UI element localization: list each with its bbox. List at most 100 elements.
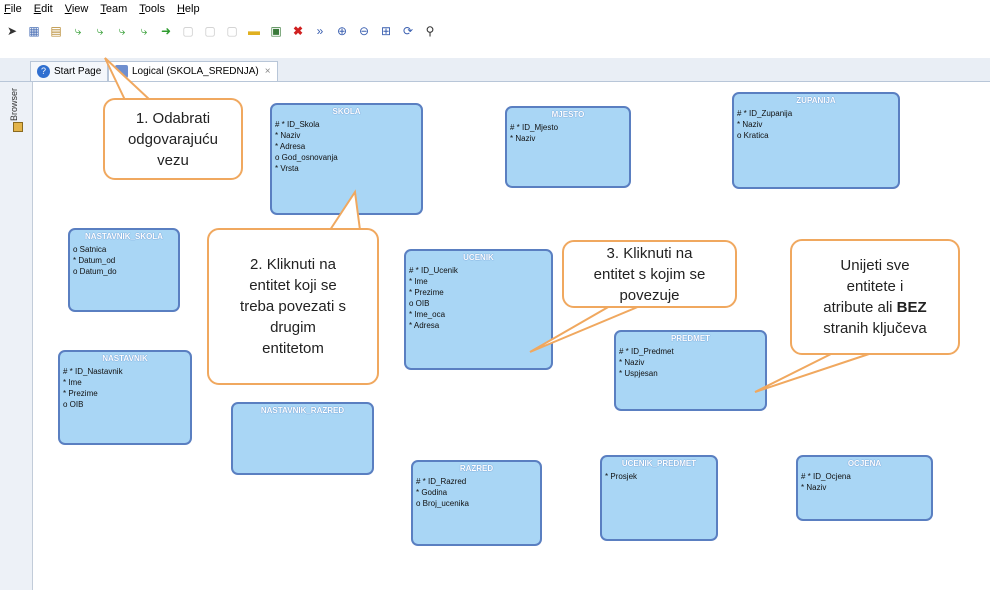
attribute[interactable]: o Datum_do <box>73 266 117 277</box>
attribute[interactable]: * Prezime <box>409 287 458 298</box>
find-icon[interactable]: ⚲ <box>422 23 438 39</box>
attribute[interactable]: * Adresa <box>409 320 458 331</box>
relation-mn-icon[interactable]: ⤷ <box>114 23 130 39</box>
menu-tools[interactable]: Tools <box>139 3 165 15</box>
menu-view[interactable]: View <box>65 3 89 15</box>
entity-title: MJESTO <box>551 110 585 119</box>
attribute[interactable]: o OIB <box>409 298 458 309</box>
zoom-in-icon[interactable]: ⊕ <box>334 23 350 39</box>
entity-ucenik-predmet[interactable]: UCENIK_PREDMET * Prosjek <box>600 455 718 541</box>
note-icon[interactable]: ▢ <box>180 23 196 39</box>
attribute[interactable]: * Naziv <box>510 133 558 144</box>
callout-line: atribute ali BEZ <box>823 299 927 316</box>
attribute[interactable]: # * ID_Ucenik <box>409 265 458 276</box>
attribute[interactable]: * Naziv <box>275 130 338 141</box>
tab-logical-label: Logical (SKOLA_SREDNJA) <box>132 66 259 77</box>
entity-attributes: # * ID_Mjesto * Naziv <box>510 122 558 144</box>
note3-icon[interactable]: ▢ <box>224 23 240 39</box>
attribute[interactable]: * Prezime <box>63 388 123 399</box>
attribute[interactable]: # * ID_Zupanija <box>737 108 792 119</box>
attribute[interactable]: o Broj_ucenika <box>416 498 469 509</box>
folder-icon[interactable]: ▬ <box>246 23 262 39</box>
layout-icon[interactable]: ⟳ <box>400 23 416 39</box>
entity-skola[interactable]: SKOLA # * ID_Skola * Naziv * Adresa o Go… <box>270 103 423 215</box>
attribute[interactable]: # * ID_Ocjena <box>801 471 851 482</box>
entity-attributes: o Satnica * Datum_od o Datum_do <box>73 244 117 277</box>
entity-mjesto[interactable]: MJESTO # * ID_Mjesto * Naziv <box>505 106 631 188</box>
entity-attributes: # * ID_Predmet * Naziv * Uspjesan <box>619 346 674 379</box>
entity-razred[interactable]: RAZRED # * ID_Razred * Godina o Broj_uce… <box>411 460 542 546</box>
zoom-out-icon[interactable]: ⊖ <box>356 23 372 39</box>
help-icon: ? <box>37 65 50 78</box>
menu-bar: File Edit View Team Tools Help <box>0 0 990 18</box>
entity-attributes: * Prosjek <box>605 471 637 482</box>
app-window: File Edit View Team Tools Help ➤ ▦ ▤ ⤷ ⤷… <box>0 0 990 590</box>
attribute[interactable]: * Adresa <box>275 141 338 152</box>
entity-nastavnik[interactable]: NASTAVNIK # * ID_Nastavnik * Ime * Prezi… <box>58 350 192 445</box>
menu-file[interactable]: File <box>4 3 22 15</box>
entity-title: NASTAVNIK_SKOLA <box>85 232 163 241</box>
attribute[interactable]: * Prosjek <box>605 471 637 482</box>
entity-attributes: # * ID_Razred * Godina o Broj_ucenika <box>416 476 469 509</box>
fit-icon[interactable]: ⊞ <box>378 23 394 39</box>
entity-predmet[interactable]: PREDMET # * ID_Predmet * Naziv * Uspjesa… <box>614 330 767 411</box>
attribute[interactable]: o Kratica <box>737 130 792 141</box>
entity-ucenik[interactable]: UCENIK # * ID_Ucenik * Ime * Prezime o O… <box>404 249 553 370</box>
entity-attributes: # * ID_Ucenik * Ime * Prezime o OIB * Im… <box>409 265 458 331</box>
callout-line: 2. Kliknuti na <box>250 256 336 273</box>
relation-11-icon[interactable]: ⤷ <box>92 23 108 39</box>
attribute[interactable]: * Naziv <box>737 119 792 130</box>
entity-nastavnik-skola[interactable]: NASTAVNIK_SKOLA o Satnica * Datum_od o D… <box>68 228 180 312</box>
callout-line: entitete i <box>846 278 904 295</box>
attribute[interactable]: * Godina <box>416 487 469 498</box>
attribute[interactable]: * Uspjesan <box>619 368 674 379</box>
attribute[interactable]: * Ime_oca <box>409 309 458 320</box>
new-entity-icon[interactable]: ▦ <box>26 23 42 39</box>
engineer-icon[interactable]: » <box>312 23 328 39</box>
attribute[interactable]: # * ID_Skola <box>275 119 338 130</box>
entity-ocjena[interactable]: OCJENA # * ID_Ocjena * Naziv <box>796 455 933 521</box>
attribute[interactable]: o OIB <box>63 399 123 410</box>
attribute[interactable]: * Vrsta <box>275 163 338 174</box>
entity-title: PREDMET <box>670 334 711 343</box>
close-tab-icon[interactable]: × <box>265 66 271 77</box>
callout-line: treba povezati s <box>240 298 346 315</box>
menu-edit[interactable]: Edit <box>34 3 53 15</box>
callout-3: 3. Kliknuti na entitet s kojim se povezu… <box>562 240 737 308</box>
entity-attributes: # * ID_Ocjena * Naziv <box>801 471 851 493</box>
attribute[interactable]: * Ime <box>409 276 458 287</box>
attribute[interactable]: * Ime <box>63 377 123 388</box>
new-view-icon[interactable]: ▤ <box>48 23 64 39</box>
browser-icon[interactable] <box>13 122 23 132</box>
callout-line: Unijeti sve <box>840 257 910 274</box>
entity-title: RAZRED <box>459 464 494 473</box>
attribute[interactable]: * Naziv <box>801 482 851 493</box>
attribute[interactable]: # * ID_Predmet <box>619 346 674 357</box>
delete-icon[interactable]: ✖ <box>290 23 306 39</box>
attribute[interactable]: o God_osnovanja <box>275 152 338 163</box>
relation-1n-icon[interactable]: ⤷ <box>70 23 86 39</box>
toolbar: ➤ ▦ ▤ ⤷ ⤷ ⤷ ⤷ ➜ ▢ ▢ ▢ ▬ ▣ ✖ » ⊕ ⊖ ⊞ ⟳ ⚲ <box>0 18 990 44</box>
note2-icon[interactable]: ▢ <box>202 23 218 39</box>
entity-zupanija[interactable]: ZUPANIJA # * ID_Zupanija * Naziv o Krati… <box>732 92 900 189</box>
entity-title: UCENIK <box>463 253 494 262</box>
tab-logical[interactable]: Logical (SKOLA_SREDNJA) × <box>108 61 278 81</box>
tab-start-page[interactable]: ? Start Page <box>30 61 109 81</box>
browser-panel-label[interactable]: Browser <box>9 88 19 121</box>
save-icon[interactable]: ▣ <box>268 23 284 39</box>
pointer-icon[interactable]: ➤ <box>4 23 20 39</box>
menu-team[interactable]: Team <box>100 3 127 15</box>
attribute[interactable]: * Naziv <box>619 357 674 368</box>
relation-arc-icon[interactable]: ⤷ <box>136 23 152 39</box>
attribute[interactable]: # * ID_Razred <box>416 476 469 487</box>
inheritance-icon[interactable]: ➜ <box>158 23 174 39</box>
menu-help[interactable]: Help <box>177 3 200 15</box>
entity-nastavnik-razred[interactable]: NASTAVNIK_RAZRED <box>231 402 374 475</box>
callout-line: vezu <box>157 151 189 169</box>
callout-line: entitet koji se <box>249 277 337 294</box>
attribute[interactable]: * Datum_od <box>73 255 117 266</box>
attribute[interactable]: o Satnica <box>73 244 117 255</box>
attribute[interactable]: # * ID_Mjesto <box>510 122 558 133</box>
attribute[interactable]: # * ID_Nastavnik <box>63 366 123 377</box>
entity-title: SKOLA <box>332 107 361 116</box>
